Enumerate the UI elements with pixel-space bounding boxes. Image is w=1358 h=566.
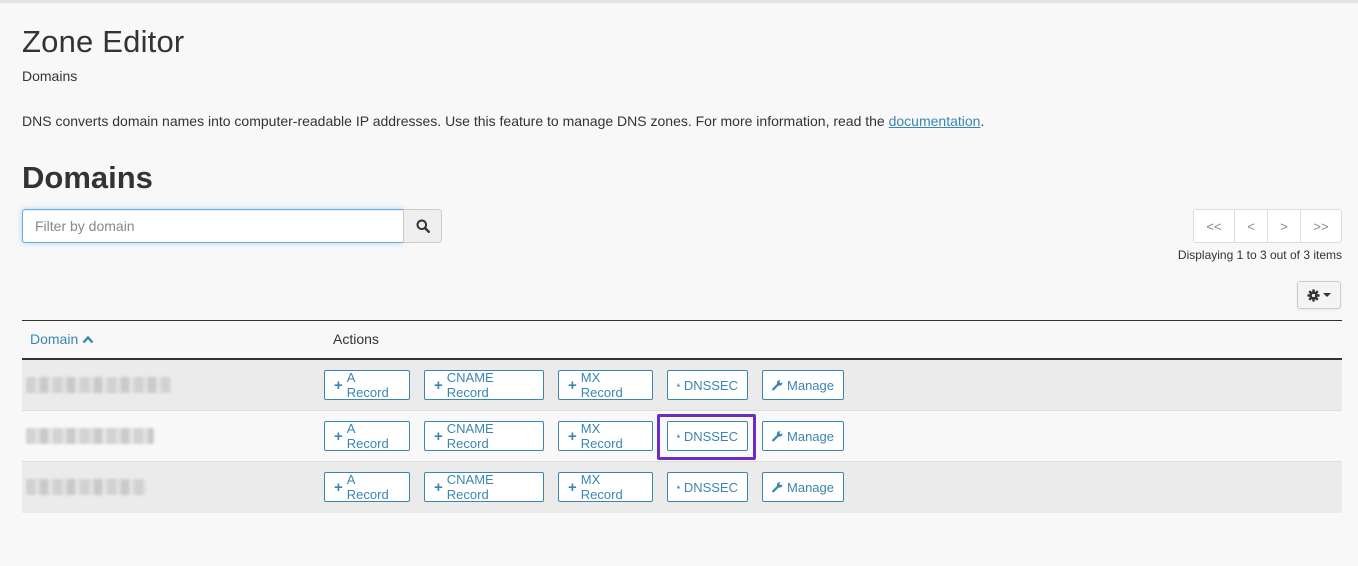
domains-table: Domain Actions + A Record + CNAME Record +… bbox=[22, 320, 1342, 513]
cname-record-button[interactable]: + CNAME Record bbox=[424, 370, 544, 400]
section-title: Domains bbox=[22, 160, 153, 195]
domain-filter bbox=[22, 209, 442, 243]
lock-icon bbox=[677, 434, 680, 438]
manage-label: Manage bbox=[787, 428, 834, 444]
breadcrumb: Domains bbox=[22, 68, 78, 84]
row-actions: + A Record + CNAME Record + MX Record DNSSE… bbox=[324, 414, 858, 460]
a-record-button[interactable]: + A Record bbox=[324, 421, 410, 451]
mx-record-button[interactable]: + MX Record bbox=[558, 472, 653, 502]
search-button[interactable] bbox=[403, 209, 442, 243]
a-record-button[interactable]: + A Record bbox=[324, 370, 410, 400]
domain-header-label: Domain bbox=[30, 331, 79, 347]
page-description: DNS converts domain names into computer-… bbox=[22, 113, 984, 129]
lock-icon bbox=[677, 485, 680, 489]
top-border bbox=[0, 0, 1358, 3]
plus-icon: + bbox=[434, 376, 443, 394]
domain-name-redacted bbox=[26, 428, 154, 444]
dnssec-label: DNSSEC bbox=[683, 428, 738, 444]
domain-name-redacted bbox=[26, 479, 146, 495]
wrench-icon bbox=[772, 380, 783, 391]
table-row: + A Record + CNAME Record + MX Record DNSSE… bbox=[22, 462, 1342, 513]
settings-dropdown-button[interactable] bbox=[1297, 281, 1341, 309]
wrench-icon bbox=[772, 482, 783, 493]
mx-record-button[interactable]: + MX Record bbox=[558, 370, 653, 400]
dnssec-button[interactable]: DNSSEC bbox=[657, 414, 756, 460]
cname-record-button[interactable]: + CNAME Record bbox=[424, 421, 544, 451]
manage-label: Manage bbox=[787, 377, 834, 393]
manage-button[interactable]: Manage bbox=[762, 472, 844, 502]
wrench-icon bbox=[772, 431, 783, 442]
row-actions: + A Record + CNAME Record + MX Record DNSSE… bbox=[324, 370, 858, 400]
cname-record-button[interactable]: + CNAME Record bbox=[424, 472, 544, 502]
manage-label: Manage bbox=[787, 479, 834, 495]
manage-button[interactable]: Manage bbox=[762, 421, 844, 451]
dnssec-label: DNSSEC bbox=[683, 479, 738, 495]
cname-record-label: CNAME Record bbox=[446, 421, 494, 451]
plus-icon: + bbox=[334, 478, 343, 496]
domain-column-header[interactable]: Domain bbox=[30, 331, 94, 347]
mx-record-label: MX Record bbox=[580, 421, 623, 451]
gear-icon bbox=[1307, 288, 1320, 302]
filter-input[interactable] bbox=[22, 209, 404, 243]
plus-icon: + bbox=[334, 427, 343, 445]
table-row: + A Record + CNAME Record + MX Record DNSSE… bbox=[22, 411, 1342, 462]
plus-icon: + bbox=[568, 478, 577, 496]
a-record-label: A Record bbox=[346, 472, 389, 502]
mx-record-label: MX Record bbox=[580, 370, 623, 400]
table-row: + A Record + CNAME Record + MX Record DNSSE… bbox=[22, 360, 1342, 411]
prev-page-button[interactable]: < bbox=[1234, 209, 1268, 243]
first-page-button[interactable]: << bbox=[1193, 209, 1235, 243]
dnssec-label: DNSSEC bbox=[683, 377, 738, 393]
plus-icon: + bbox=[568, 376, 577, 394]
dnssec-button[interactable]: DNSSEC bbox=[667, 370, 748, 400]
search-icon bbox=[416, 219, 430, 233]
a-record-label: A Record bbox=[346, 421, 389, 451]
plus-icon: + bbox=[334, 376, 343, 394]
displaying-count: Displaying 1 to 3 out of 3 items bbox=[1177, 248, 1342, 262]
actions-column-header: Actions bbox=[333, 331, 379, 347]
chevron-up-icon bbox=[82, 335, 94, 343]
table-header: Domain Actions bbox=[22, 320, 1342, 360]
last-page-button[interactable]: >> bbox=[1300, 209, 1342, 243]
domain-name-redacted bbox=[26, 377, 171, 393]
mx-record-label: MX Record bbox=[580, 472, 623, 502]
documentation-link[interactable]: documentation bbox=[889, 113, 981, 129]
dnssec-button[interactable]: DNSSEC bbox=[667, 472, 748, 502]
cname-record-label: CNAME Record bbox=[446, 370, 494, 400]
mx-record-button[interactable]: + MX Record bbox=[558, 421, 653, 451]
lock-icon bbox=[677, 383, 680, 387]
plus-icon: + bbox=[434, 427, 443, 445]
chevron-down-icon bbox=[1323, 293, 1331, 297]
page-title: Zone Editor bbox=[22, 24, 185, 59]
plus-icon: + bbox=[434, 478, 443, 496]
pagination: << < > >> bbox=[1193, 209, 1342, 243]
next-page-button[interactable]: > bbox=[1267, 209, 1301, 243]
a-record-button[interactable]: + A Record bbox=[324, 472, 410, 502]
description-text: DNS converts domain names into computer-… bbox=[22, 113, 889, 129]
row-actions: + A Record + CNAME Record + MX Record DNSSE… bbox=[324, 472, 858, 502]
cname-record-label: CNAME Record bbox=[446, 472, 494, 502]
a-record-label: A Record bbox=[346, 370, 389, 400]
plus-icon: + bbox=[568, 427, 577, 445]
manage-button[interactable]: Manage bbox=[762, 370, 844, 400]
description-end: . bbox=[980, 113, 985, 129]
